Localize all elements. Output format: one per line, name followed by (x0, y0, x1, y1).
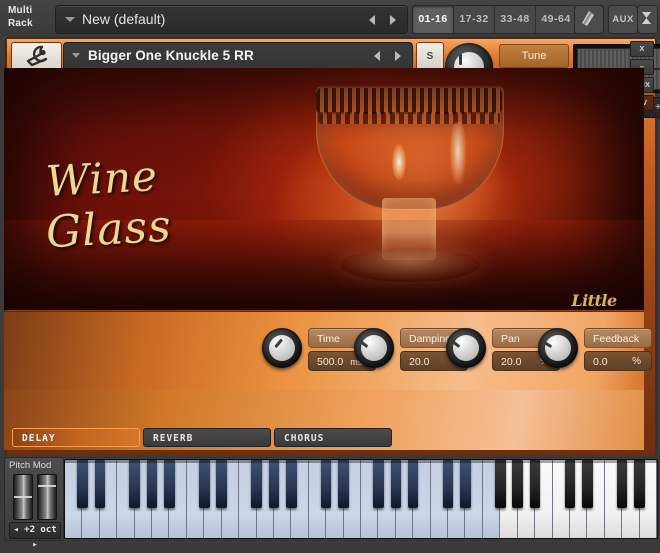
pan-value: 20.0 (501, 356, 522, 368)
preset-next-button[interactable] (386, 14, 398, 26)
channel-tab-17-32[interactable]: 17-32 (454, 6, 495, 33)
octave-selector[interactable]: ◂ +2 oct ▸ (9, 522, 61, 550)
chevron-down-icon (65, 17, 75, 22)
time-knob[interactable] (262, 328, 302, 368)
fx-tab-bar: DELAY REVERB CHORUS (4, 428, 644, 450)
piano-black-key[interactable] (216, 460, 227, 508)
piano-black-key[interactable] (512, 460, 523, 508)
piano-black-key[interactable] (286, 460, 297, 508)
artwork-title-line1: Wine (44, 151, 159, 206)
instrument-artwork: Wine Glass (4, 68, 644, 310)
pitch-mod-label: Pitch Mod (9, 460, 52, 471)
pan-knob[interactable] (446, 328, 486, 368)
piano-black-key[interactable] (146, 460, 158, 508)
piano-black-key[interactable] (390, 460, 402, 508)
feedback-value: 0.0 (593, 356, 608, 368)
preset-name-label: New (default) (82, 11, 166, 27)
virtual-keyboard[interactable] (64, 459, 658, 539)
pitch-wheel-nub (14, 496, 32, 498)
artwork-title-line2: Glass (44, 200, 173, 259)
piano-black-key[interactable] (616, 460, 628, 508)
tune-label: Tune (499, 44, 569, 68)
tab-delay[interactable]: DELAY (12, 428, 140, 447)
piano-black-key[interactable] (529, 460, 541, 508)
piano-black-key[interactable] (373, 460, 384, 508)
feedback-knob-cap (545, 335, 571, 361)
piano-black-key[interactable] (77, 460, 88, 508)
instrument-name-row[interactable]: Bigger One Knuckle 5 RR (64, 43, 412, 69)
piano-black-key[interactable] (199, 460, 210, 508)
pitch-wheel[interactable] (13, 474, 33, 520)
close-instrument-button[interactable]: X (630, 41, 654, 57)
keyboard-area: Pitch Mod ◂ +2 oct ▸ (0, 455, 660, 550)
tab-reverb[interactable]: REVERB (143, 428, 271, 447)
octave-label: +2 oct (24, 525, 57, 535)
time-value: 500.0 (317, 356, 344, 368)
piano-black-key[interactable] (634, 460, 645, 508)
piano-black-key[interactable] (442, 460, 454, 508)
kontakt-window: Multi Rack New (default) 01-16 17-32 33-… (0, 0, 660, 550)
instrument-prev-button[interactable] (372, 50, 384, 62)
piano-black-key[interactable] (129, 460, 140, 508)
pitch-mod-panel: Pitch Mod ◂ +2 oct ▸ (4, 457, 64, 550)
mod-wheel-nub (38, 485, 56, 487)
channel-tab-01-16[interactable]: 01-16 (413, 6, 454, 33)
mod-wheel[interactable] (37, 474, 57, 520)
piano-black-key[interactable] (94, 460, 106, 508)
piano-black-key[interactable] (408, 460, 419, 508)
piano-black-key[interactable] (251, 460, 262, 508)
preset-prev-button[interactable] (367, 14, 379, 26)
left-arrow-icon[interactable]: ◂ (13, 525, 18, 535)
aux-toolbar-button[interactable]: AUX (608, 5, 638, 34)
channel-tab-33-48[interactable]: 33-48 (495, 6, 536, 33)
piano-black-key[interactable] (268, 460, 280, 508)
multi-rack-label: Multi Rack (8, 4, 56, 32)
damping-knob-cap (361, 335, 387, 361)
piano-black-key[interactable] (564, 460, 576, 508)
feedback-label: Feedback (584, 328, 652, 348)
piano-black-key[interactable] (164, 460, 175, 508)
pan-knob-cap (453, 335, 479, 361)
volume-plus-label: + (655, 102, 660, 113)
kontakt-glyph-icon (582, 11, 594, 26)
multi-rack-label-line2: Rack (8, 18, 33, 29)
instrument-name-label: Bigger One Knuckle 5 RR (88, 48, 254, 63)
feedback-value-field[interactable]: 0.0 % (584, 351, 652, 371)
damping-value: 20.0 (409, 356, 430, 368)
hourglass-icon (642, 12, 651, 24)
damping-knob[interactable] (354, 328, 394, 368)
tab-chorus[interactable]: CHORUS (274, 428, 392, 447)
preset-selector[interactable]: New (default) (55, 5, 408, 34)
keyboard-top-shadow (65, 460, 657, 463)
multi-rack-toolbar: Multi Rack New (default) 01-16 17-32 33-… (0, 0, 660, 36)
piano-black-key[interactable] (338, 460, 349, 508)
chevron-down-icon (72, 53, 80, 58)
wrench-icon (26, 45, 48, 67)
piano-black-key[interactable] (460, 460, 471, 508)
multi-rack-label-line1: Multi (8, 5, 33, 16)
piano-black-key[interactable] (320, 460, 332, 508)
minimize-toolbar-button[interactable] (637, 5, 658, 34)
tune-knob-pointer (459, 54, 462, 65)
feedback-unit: % (632, 356, 641, 367)
kontakt-logo-icon[interactable] (574, 5, 604, 34)
right-arrow-icon[interactable]: ▸ (32, 540, 37, 550)
instrument-next-button[interactable] (391, 50, 403, 62)
piano-black-key[interactable] (495, 460, 506, 508)
channel-tab-49-64[interactable]: 49-64 (536, 6, 576, 33)
piano-black-key[interactable] (582, 460, 593, 508)
feedback-knob[interactable] (538, 328, 578, 368)
channel-range-tabs: 01-16 17-32 33-48 49-64 (412, 5, 577, 34)
fx-panel: Time 500.0 ms Damping 20.0 Pan 20.0 Feed… (4, 311, 652, 391)
